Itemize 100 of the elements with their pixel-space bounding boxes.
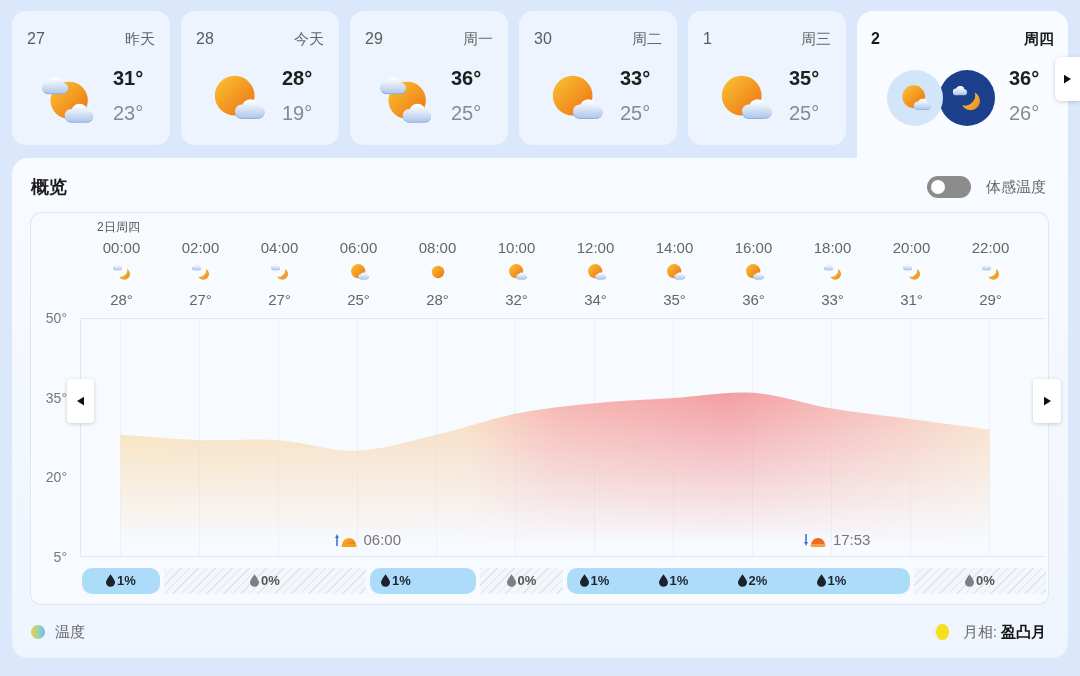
moon-cloud-icon bbox=[901, 262, 922, 282]
high-temperature: 33° bbox=[620, 66, 651, 90]
caret-right-icon bbox=[1064, 74, 1071, 84]
section-title: 概览 bbox=[31, 175, 67, 199]
sunrise-time: 06:00 bbox=[363, 531, 402, 549]
hour-temperature: 35° bbox=[663, 291, 686, 309]
low-temperature: 26° bbox=[1009, 101, 1040, 125]
low-temperature: 25° bbox=[451, 101, 482, 125]
day-date: 28 bbox=[196, 29, 214, 49]
hour-time: 14:00 bbox=[655, 239, 694, 257]
axis-label: 20° bbox=[45, 468, 67, 487]
drop-icon bbox=[816, 574, 826, 587]
hour-temperature: 28° bbox=[426, 291, 449, 309]
hour-temperature: 28° bbox=[110, 291, 133, 309]
hour-temperature: 34° bbox=[584, 291, 607, 309]
caret-left-icon bbox=[77, 396, 84, 406]
drop-icon bbox=[737, 574, 747, 587]
high-temperature: 31° bbox=[113, 66, 144, 90]
low-temperature: 25° bbox=[789, 101, 820, 125]
high-temperature: 28° bbox=[282, 66, 313, 90]
hour-time: 00:00 bbox=[102, 239, 141, 257]
previous-button[interactable] bbox=[67, 379, 94, 423]
drop-icon bbox=[250, 574, 260, 587]
hour-temperature: 27° bbox=[189, 291, 212, 309]
day-date: 1 bbox=[703, 29, 712, 49]
precipitation-value: 1% bbox=[392, 571, 411, 590]
sunrise-icon bbox=[334, 533, 357, 547]
hour-time: 06:00 bbox=[339, 239, 378, 257]
sun-cloud-icon bbox=[743, 262, 764, 282]
toggle-switch[interactable] bbox=[927, 176, 971, 198]
sun-cloud-icon bbox=[348, 262, 369, 282]
day-label: 今天 bbox=[294, 28, 324, 49]
day-card[interactable]: 30 周二 33° 25° bbox=[519, 11, 677, 145]
precipitation-value: 0% bbox=[261, 571, 280, 590]
hour-time: 22:00 bbox=[971, 239, 1010, 257]
hour-temperature: 27° bbox=[268, 291, 291, 309]
hour-temperature: 29° bbox=[979, 291, 1002, 309]
low-temperature: 19° bbox=[282, 101, 313, 125]
hour-temperature: 31° bbox=[900, 291, 923, 309]
hour-time: 16:00 bbox=[734, 239, 773, 257]
moon-cloud-icon bbox=[190, 262, 211, 282]
next-button[interactable] bbox=[1033, 379, 1061, 423]
hour-temperature: 25° bbox=[347, 291, 370, 309]
sunset-icon bbox=[803, 533, 826, 547]
next-button[interactable] bbox=[1055, 57, 1080, 101]
high-temperature: 36° bbox=[1009, 66, 1040, 90]
legend-label: 温度 bbox=[55, 621, 85, 642]
sun-cloud-icon bbox=[585, 262, 606, 282]
hour-time: 18:00 bbox=[813, 239, 852, 257]
moon-cloud-icon bbox=[980, 262, 1001, 282]
day-label: 周一 bbox=[463, 28, 493, 49]
day-date: 29 bbox=[365, 29, 383, 49]
axis-label: 35° bbox=[45, 388, 67, 407]
date-label: 2日周四 bbox=[97, 220, 140, 234]
gradient-dot-icon bbox=[31, 625, 45, 639]
day-label: 昨天 bbox=[125, 28, 155, 49]
precipitation-value: 2% bbox=[748, 571, 768, 590]
drop-icon bbox=[658, 574, 668, 587]
moon-cloud-icon bbox=[111, 262, 132, 282]
low-temperature: 23° bbox=[113, 101, 144, 125]
sunset-time: 17:53 bbox=[832, 531, 871, 549]
day-date: 2 bbox=[871, 29, 880, 49]
day-label: 周四 bbox=[1024, 28, 1054, 49]
day-date: 27 bbox=[27, 29, 45, 49]
sun-cloud-icon bbox=[664, 262, 685, 282]
hour-time: 12:00 bbox=[576, 239, 615, 257]
precipitation-value: 0% bbox=[976, 571, 995, 590]
moon-cloud-icon bbox=[939, 70, 995, 126]
day-card[interactable]: 28 今天 28° 19° bbox=[181, 11, 339, 145]
day-date: 30 bbox=[534, 29, 552, 49]
moon-phase-icon bbox=[932, 624, 949, 640]
moon-cloud-icon bbox=[822, 262, 843, 282]
sun-cloud-icon bbox=[887, 70, 943, 126]
moon-cloud-icon bbox=[269, 262, 290, 282]
high-temperature: 35° bbox=[789, 66, 820, 90]
axis-label: 50° bbox=[45, 309, 67, 327]
day-label: 周二 bbox=[632, 28, 662, 49]
day-label: 周三 bbox=[801, 28, 831, 49]
sun-cloud-icon bbox=[506, 262, 527, 282]
day-card[interactable]: 2 周四 36° 26° bbox=[857, 11, 1068, 158]
hour-temperature: 32° bbox=[505, 291, 528, 309]
precipitation-value: 0% bbox=[517, 571, 537, 590]
hour-time: 04:00 bbox=[260, 239, 299, 257]
hour-temperature: 36° bbox=[742, 291, 765, 309]
drop-icon bbox=[579, 574, 589, 587]
caret-right-icon bbox=[1043, 396, 1051, 406]
drop-icon bbox=[965, 574, 975, 587]
day-card[interactable]: 29 周一 36° 25° bbox=[350, 11, 508, 145]
precipitation-value: 1% bbox=[827, 571, 847, 590]
hour-time: 08:00 bbox=[418, 239, 457, 257]
hour-time: 20:00 bbox=[892, 239, 931, 257]
hour-time: 02:00 bbox=[181, 239, 220, 257]
hour-time: 10:00 bbox=[497, 239, 536, 257]
day-card[interactable]: 1 周三 35° 25° bbox=[688, 11, 846, 145]
day-card[interactable]: 27 昨天 31° 23° bbox=[12, 11, 170, 145]
high-temperature: 36° bbox=[451, 66, 482, 90]
toggle-label: 体感温度 bbox=[986, 176, 1046, 197]
drop-icon bbox=[506, 574, 516, 587]
moon-phase-text: 月相: 盈凸月 bbox=[962, 621, 1046, 642]
hour-temperature: 33° bbox=[821, 291, 844, 309]
